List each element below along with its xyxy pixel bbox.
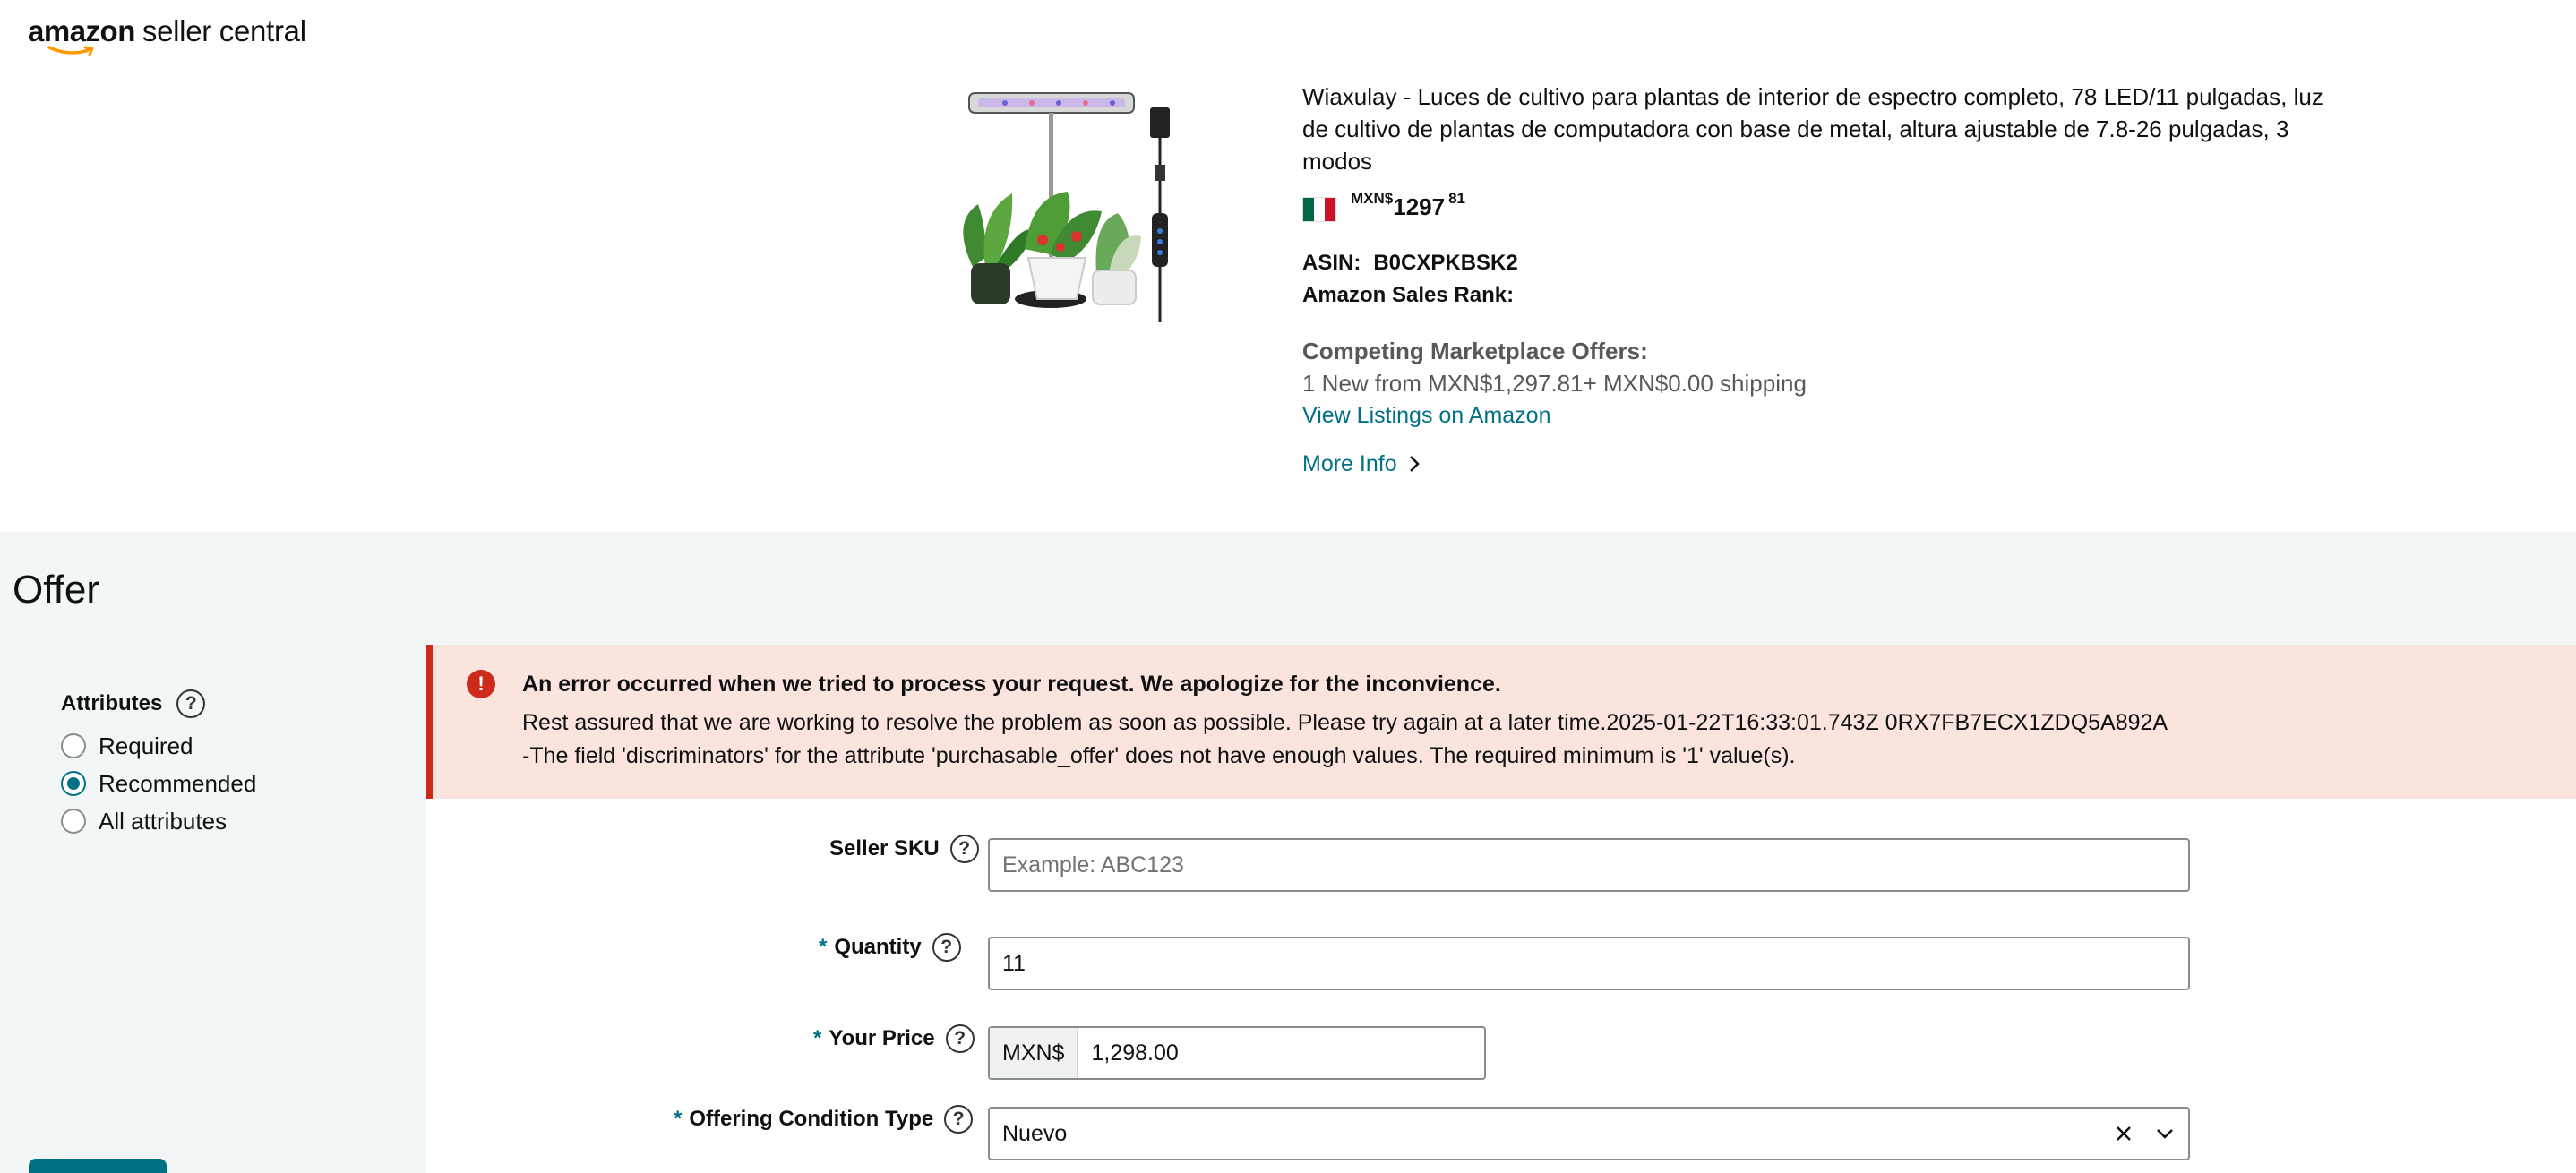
offer-section: Offer Attributes ? Required Recommended …: [0, 532, 2576, 1173]
price-row: MXN$ 1297 81: [1302, 186, 2323, 226]
offer-form: ! An error occurred when we tried to pro…: [426, 645, 2576, 1173]
error-line-2: -The field 'discriminators' for the attr…: [522, 743, 1796, 768]
competing-offers-label: Competing Marketplace Offers:: [1302, 338, 1648, 364]
sales-rank-label: Amazon Sales Rank:: [1302, 283, 1515, 307]
required-marker: *: [674, 1107, 683, 1131]
radio-all-attributes[interactable]: All attributes: [61, 802, 256, 840]
more-info-label: More Info: [1302, 451, 1397, 476]
error-message: An error occurred when we tried to proce…: [522, 668, 2493, 773]
radio-required[interactable]: Required: [61, 727, 256, 765]
radio-button-checked[interactable]: [61, 771, 86, 796]
your-price-label: * Your Price ?: [813, 1024, 975, 1053]
condition-type-value: Nuevo: [1002, 1120, 1068, 1146]
quantity-field[interactable]: 11: [988, 937, 2190, 990]
radio-label: Required: [99, 732, 193, 759]
clear-icon[interactable]: [2115, 1125, 2133, 1143]
logo-amazon-text: amazon: [28, 14, 135, 47]
attributes-label: Attributes: [61, 691, 163, 715]
product-image: [963, 92, 1170, 322]
help-icon[interactable]: ?: [945, 1024, 975, 1053]
offer-title: Offer: [13, 568, 100, 612]
asin-label: ASIN:: [1302, 251, 1361, 275]
asin-value: B0CXPKBSK2: [1373, 251, 1518, 275]
quantity-label-text: Quantity: [834, 935, 922, 959]
asin-row: ASIN: B0CXPKBSK2: [1302, 247, 2323, 279]
seller-sku-label: Seller SKU ?: [829, 835, 979, 863]
radio-label: Recommended: [99, 769, 257, 797]
product-title: Wiaxulay - Luces de cultivo para plantas…: [1302, 83, 2323, 175]
seller-sku-field[interactable]: [988, 838, 2190, 892]
help-icon[interactable]: ?: [932, 933, 961, 962]
help-icon[interactable]: ?: [949, 835, 979, 863]
error-heading: An error occurred when we tried to proce…: [522, 672, 1501, 697]
chevron-right-icon: [1409, 456, 1420, 472]
quantity-value[interactable]: 11: [1002, 951, 1026, 977]
attributes-header: Attributes ?: [61, 689, 256, 718]
attributes-filter: Attributes ? Required Recommended All at…: [61, 689, 256, 840]
price-fraction: 81: [1448, 190, 1465, 207]
price-whole: 1297: [1393, 193, 1446, 220]
radio-button[interactable]: [61, 733, 86, 758]
price-currency-prefix: MXN$: [990, 1028, 1079, 1078]
amazon-smile-icon: [47, 46, 94, 56]
quantity-label: * Quantity ?: [819, 933, 961, 962]
seller-sku-input[interactable]: [1002, 852, 2188, 878]
condition-type-select[interactable]: Nuevo: [988, 1107, 2190, 1160]
amazon-seller-central-logo[interactable]: amazon seller central: [28, 14, 306, 59]
your-price-field[interactable]: MXN$ 1,298.00: [988, 1026, 1486, 1080]
product-info: Wiaxulay - Luces de cultivo para plantas…: [1302, 81, 2323, 480]
more-info-link[interactable]: More Info: [1302, 448, 2323, 480]
radio-label: All attributes: [99, 807, 228, 835]
competing-offers-value: 1 New from MXN$1,297.81+ MXN$0.00 shippi…: [1302, 370, 1807, 397]
required-marker: *: [813, 1026, 822, 1050]
your-price-value[interactable]: 1,298.00: [1091, 1040, 1178, 1066]
error-line-1: Rest assured that we are working to reso…: [522, 710, 2168, 735]
radio-button[interactable]: [61, 809, 86, 834]
price-currency: MXN$: [1351, 190, 1394, 207]
error-alert: ! An error occurred when we tried to pro…: [426, 645, 2576, 799]
condition-type-label: * Offering Condition Type ?: [674, 1105, 974, 1134]
view-listings-link[interactable]: View Listings on Amazon: [1302, 399, 2323, 432]
error-icon: !: [467, 670, 495, 698]
help-icon[interactable]: ?: [176, 689, 206, 718]
floating-action-button[interactable]: [29, 1159, 167, 1173]
radio-recommended[interactable]: Recommended: [61, 765, 256, 802]
condition-type-label-text: Offering Condition Type: [689, 1107, 934, 1131]
chevron-down-icon[interactable]: [2156, 1127, 2174, 1140]
select-controls: [2115, 1109, 2174, 1159]
logo-seller-central-text: seller central: [142, 14, 306, 47]
seller-sku-label-text: Seller SKU: [829, 836, 940, 860]
your-price-label-text: Your Price: [829, 1026, 935, 1050]
required-marker: *: [819, 935, 828, 959]
help-icon[interactable]: ?: [944, 1105, 974, 1134]
mexico-flag-icon: [1302, 197, 1336, 222]
